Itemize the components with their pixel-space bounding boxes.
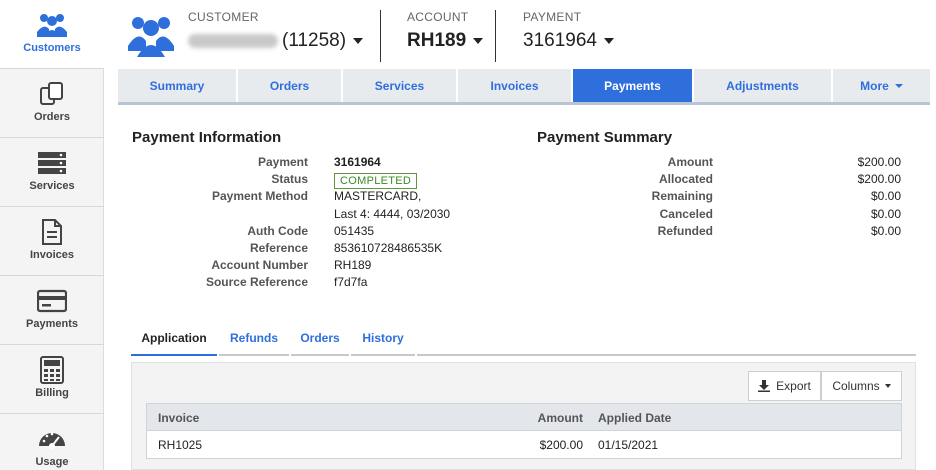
account-value: RH189	[407, 30, 467, 51]
payment-number: 3161964	[334, 155, 381, 169]
summary-label: Refunded	[657, 223, 713, 238]
download-icon	[758, 380, 771, 392]
tab-summary[interactable]: Summary	[118, 69, 238, 102]
summary-amount: $200.00	[857, 155, 901, 169]
services-icon	[36, 148, 68, 178]
application-panel: Export Columns Invoice Amount Applied Da…	[131, 362, 916, 470]
payment-summary-fields: Amount $200.00 Allocated $200.00 Remaini…	[537, 154, 901, 244]
sidebar-item-label: Customers	[23, 42, 81, 54]
cell-applied-date: 01/15/2021	[598, 438, 659, 452]
cell-amount: $200.00	[539, 438, 583, 452]
customer-id: (11258)	[282, 30, 347, 51]
field-label: Source Reference	[205, 275, 308, 290]
invoices-icon	[36, 217, 68, 247]
sidebar-item-label: Billing	[35, 387, 69, 399]
tab-more-label: More	[860, 78, 889, 93]
payment-label: PAYMENT	[523, 10, 582, 24]
cell-invoice: RH1025	[158, 438, 203, 452]
chevron-down-icon	[473, 38, 484, 44]
tab-orders-detail[interactable]: Orders	[291, 322, 349, 356]
source-reference: f7d7fa	[334, 275, 368, 290]
customers-icon	[36, 10, 68, 40]
tab-application[interactable]: Application	[131, 322, 217, 356]
export-button[interactable]: Export	[748, 371, 821, 401]
sidebar-item-label: Orders	[33, 111, 71, 123]
chevron-down-icon	[353, 38, 364, 44]
chevron-down-icon	[894, 83, 903, 88]
tab-more[interactable]: More	[833, 69, 930, 102]
summary-label: Allocated	[658, 172, 713, 187]
table-header: Invoice Amount Applied Date	[146, 403, 902, 431]
summary-label: Canceled	[659, 206, 713, 221]
columns-label: Columns	[832, 379, 880, 393]
tab-refunds[interactable]: Refunds	[219, 322, 289, 356]
column-header-applied-date[interactable]: Applied Date	[598, 404, 671, 432]
field-label: Payment	[257, 155, 308, 169]
status-badge: COMPLETED	[334, 173, 418, 189]
payment-summary-title: Payment Summary	[537, 129, 673, 146]
chevron-down-icon	[603, 38, 614, 44]
sidebar: Customers Orders Services Invoices Payme…	[0, 0, 104, 470]
sidebar-item-billing[interactable]: Billing	[0, 345, 104, 414]
summary-refunded: $0.00	[870, 223, 901, 238]
sidebar-item-customers[interactable]: Customers	[0, 0, 104, 69]
tab-payments[interactable]: Payments	[573, 69, 694, 102]
sidebar-item-payments[interactable]: Payments	[0, 276, 104, 345]
summary-canceled: $0.00	[870, 206, 901, 221]
auth-code: 051435	[334, 223, 375, 238]
sidebar-item-services[interactable]: Services	[0, 138, 104, 207]
payments-icon	[36, 286, 68, 316]
summary-remaining: $0.00	[870, 189, 901, 204]
billing-icon	[36, 355, 68, 385]
customer-label: CUSTOMER	[188, 10, 259, 24]
sidebar-item-orders[interactable]: Orders	[0, 69, 104, 138]
sidebar-item-label: Payments	[26, 318, 78, 330]
detail-tabs: Application Refunds Orders History	[131, 322, 916, 356]
field-label: Account Number	[211, 258, 308, 273]
field-label: Reference	[249, 241, 308, 255]
chevron-down-icon	[884, 384, 891, 388]
field-label: Status	[271, 172, 308, 187]
account-label: ACCOUNT	[407, 10, 469, 24]
sidebar-item-label: Services	[29, 180, 75, 192]
account-number: RH189	[334, 258, 372, 273]
tab-services[interactable]: Services	[343, 69, 458, 102]
columns-button[interactable]: Columns	[821, 371, 902, 401]
summary-allocated: $200.00	[857, 172, 901, 187]
orders-icon	[36, 79, 68, 109]
tab-orders[interactable]: Orders	[238, 69, 343, 102]
payment-selector[interactable]: PAYMENT 3161964	[523, 10, 614, 52]
payment-value: 3161964	[523, 30, 597, 51]
sidebar-item-usage[interactable]: Usage	[0, 414, 104, 470]
table-row[interactable]: RH1025 $200.00 01/15/2021	[146, 431, 902, 459]
tab-adjustments[interactable]: Adjustments	[694, 69, 833, 102]
usage-icon	[36, 424, 68, 454]
customer-group-icon	[128, 14, 174, 58]
payment-information-fields: Payment 3161964 Status COMPLETED Payment…	[132, 154, 512, 294]
sidebar-item-label: Invoices	[29, 249, 75, 261]
payment-information-title: Payment Information	[132, 129, 282, 146]
tab-underline	[417, 354, 916, 356]
field-label: Auth Code	[247, 223, 308, 238]
customer-selector[interactable]: CUSTOMER (11258)	[188, 10, 364, 52]
card-details: Last 4: 4444, 03/2030	[334, 206, 451, 221]
column-header-amount[interactable]: Amount	[527, 404, 583, 432]
reference: 853610728486535K	[334, 241, 443, 255]
divider	[495, 10, 496, 62]
tab-invoices[interactable]: Invoices	[458, 69, 573, 102]
column-header-invoice[interactable]: Invoice	[158, 404, 199, 432]
main-tabs: Summary Orders Services Invoices Payment…	[118, 69, 930, 105]
account-selector[interactable]: ACCOUNT RH189	[407, 10, 484, 52]
sidebar-item-invoices[interactable]: Invoices	[0, 207, 104, 276]
tab-history[interactable]: History	[351, 322, 415, 356]
field-label: Payment Method	[211, 189, 308, 204]
divider	[380, 10, 381, 62]
summary-label: Remaining	[651, 189, 713, 204]
payment-method: MASTERCARD,	[334, 189, 422, 204]
export-label: Export	[776, 379, 811, 393]
customer-name-redacted	[188, 34, 278, 48]
application-table: Invoice Amount Applied Date RH1025 $200.…	[146, 403, 902, 459]
sidebar-item-label: Usage	[35, 456, 69, 468]
summary-label: Amount	[667, 155, 713, 169]
